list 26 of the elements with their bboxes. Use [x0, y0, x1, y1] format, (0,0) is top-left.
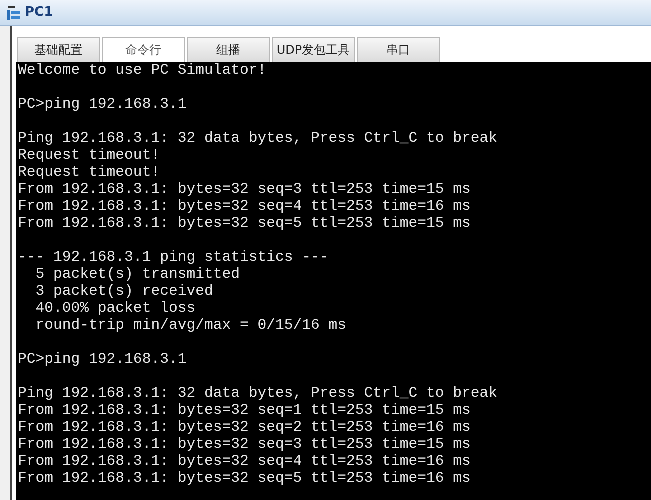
terminal-line: From 192.168.3.1: bytes=32 seq=2 ttl=253 time=16 ms — [18, 420, 471, 437]
terminal-line: Ping 192.168.3.1: 32 data bytes, Press Ctrl_C to break — [18, 131, 498, 148]
terminal-line: 5 packet(s) transmitted — [34, 267, 240, 284]
terminal-line: 3 packet(s) received — [34, 284, 214, 301]
terminal-line: Ping 192.168.3.1: 32 data bytes, Press Ctrl_C to break — [18, 386, 498, 403]
terminal-line: --- 192.168.3.1 ping statistics --- — [18, 250, 329, 267]
terminal-line: 40.00% packet loss — [34, 301, 196, 318]
terminal-line: From 192.168.3.1: bytes=32 seq=5 ttl=253 time=16 ms — [18, 471, 471, 488]
tab[interactable]: 基础配置 — [17, 37, 100, 62]
terminal-line: From 192.168.3.1: bytes=32 seq=4 ttl=253 time=16 ms — [18, 454, 471, 471]
terminal-line: From 192.168.3.1: bytes=32 seq=3 ttl=253 time=15 ms — [18, 182, 471, 199]
terminal-line: Welcome to use PC Simulator! — [18, 63, 267, 80]
tab[interactable]: 命令行 — [102, 37, 185, 62]
terminal-line: From 192.168.3.1: bytes=32 seq=5 ttl=253 time=15 ms — [18, 216, 471, 233]
terminal-line: PC>ping 192.168.3.1 — [18, 97, 187, 114]
terminal-line: PC>ping 192.168.3.1 — [18, 352, 187, 369]
window-title: PC1 — [25, 5, 54, 20]
tab[interactable]: UDP发包工具 — [272, 37, 355, 62]
terminal-line: Request timeout! — [18, 165, 160, 182]
terminal-line: Request timeout! — [18, 148, 160, 165]
terminal-line: From 192.168.3.1: bytes=32 seq=1 ttl=253 time=15 ms — [18, 403, 471, 420]
tab[interactable]: 组播 — [187, 37, 270, 62]
terminal-line: round-trip min/avg/max = 0/15/16 ms — [34, 318, 347, 335]
tab[interactable]: 串口 — [357, 37, 440, 62]
terminal-line: From 192.168.3.1: bytes=32 seq=4 ttl=253 time=16 ms — [18, 199, 471, 216]
terminal-line: From 192.168.3.1: bytes=32 seq=3 ttl=253 time=15 ms — [18, 437, 471, 454]
